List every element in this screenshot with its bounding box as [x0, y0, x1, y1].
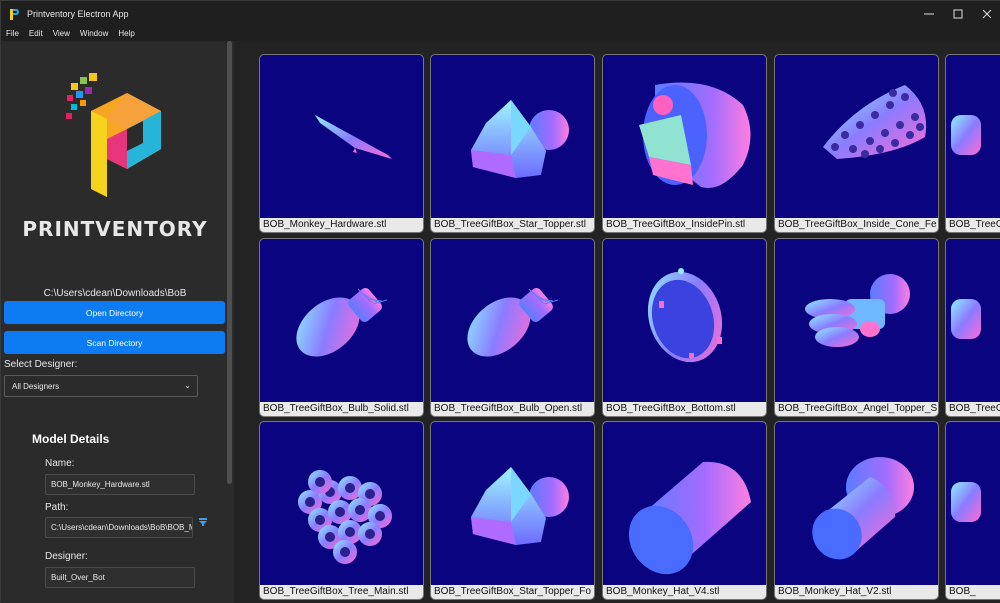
model-preview — [951, 482, 981, 522]
close-button[interactable] — [972, 1, 1000, 26]
model-preview — [951, 115, 981, 155]
model-preview — [951, 299, 981, 339]
minimize-button[interactable] — [914, 1, 943, 26]
model-card[interactable]: BOB_TreeG — [945, 238, 1000, 417]
printventory-logo — [66, 73, 161, 197]
model-card[interactable]: BOB_TreeGiftBox_Bulb_Solid.stl — [259, 238, 424, 417]
window-title: Printventory Electron App — [27, 8, 129, 19]
designer-select-value: All Designers — [12, 381, 60, 391]
model-preview — [647, 268, 723, 363]
model-preview — [628, 461, 751, 575]
model-card[interactable]: BOB_TreeGiftBox_Tree_Main.stl — [259, 421, 424, 600]
menu-help[interactable]: Help — [118, 29, 134, 38]
model-filename: BOB_Monkey_Hat_V4.stl — [603, 585, 766, 599]
model-preview — [823, 85, 927, 159]
model-card[interactable]: BOB_TreeGiftBox_Inside_Cone_Fe — [774, 54, 939, 233]
model-filename: BOB_TreeGi — [946, 218, 1000, 232]
model-card[interactable]: BOB_Monkey_Hardware.stl — [259, 54, 424, 233]
designer-label: Designer: — [45, 551, 88, 562]
model-preview — [467, 287, 559, 357]
model-card[interactable]: BOB_TreeGiftBox_Angel_Topper_S — [774, 238, 939, 417]
model-filename: BOB_TreeGiftBox_InsidePin.stl — [603, 218, 766, 232]
model-filename: BOB_Monkey_Hardware.stl — [260, 218, 423, 232]
model-card[interactable]: BOB_TreeGiftBox_Bottom.stl — [602, 238, 767, 417]
model-card[interactable]: BOB_TreeGiftBox_InsidePin.stl — [602, 54, 767, 233]
model-preview — [805, 274, 910, 347]
model-filename: BOB_TreeGiftBox_Bulb_Solid.stl — [260, 402, 423, 416]
model-filename: BOB_TreeG — [946, 402, 1000, 416]
open-directory-button[interactable]: Open Directory — [4, 301, 225, 324]
model-preview — [296, 287, 388, 357]
model-card[interactable]: BOB_Monkey_Hat_V4.stl — [602, 421, 767, 600]
menu-file[interactable]: File — [6, 29, 19, 38]
title-bar: Printventory Electron App — [1, 1, 1000, 26]
select-designer-label: Select Designer: — [4, 359, 78, 370]
path-label: Path: — [45, 502, 69, 513]
model-card[interactable]: BOB_TreeGiftBox_Bulb_Open.stl — [430, 238, 595, 417]
model-filename: BOB_TreeGiftBox_Tree_Main.stl — [260, 585, 423, 599]
model-card[interactable]: BOB_ — [945, 421, 1000, 600]
model-gallery: BOB_Monkey_Hardware.stl BOB_TreeGiftBox_… — [234, 41, 1000, 603]
model-filename: BOB_Monkey_Hat_V2.stl — [775, 585, 938, 599]
model-filename: BOB_TreeGiftBox_Bottom.stl — [603, 402, 766, 416]
model-preview — [471, 100, 569, 178]
model-filename: BOB_TreeGiftBox_Bulb_Open.stl — [431, 402, 594, 416]
model-preview — [471, 467, 569, 545]
model-card[interactable]: BOB_TreeGiftBox_Star_Topper.stl — [430, 54, 595, 233]
model-filename: BOB_TreeGiftBox_Star_Topper.stl — [431, 218, 594, 232]
model-preview — [639, 82, 751, 189]
model-preview — [315, 115, 392, 159]
menu-edit[interactable]: Edit — [29, 29, 43, 38]
model-details-title: Model Details — [32, 432, 110, 446]
model-preview — [298, 470, 392, 564]
model-card[interactable]: BOB_TreeGi — [945, 54, 1000, 233]
model-filename: BOB_TreeGiftBox_Star_Topper_Fo — [431, 585, 594, 599]
name-label: Name: — [45, 458, 75, 469]
maximize-button[interactable] — [943, 1, 972, 26]
model-card[interactable]: BOB_Monkey_Hat_V2.stl — [774, 421, 939, 600]
app-window: Printventory Electron App File Edit View… — [0, 0, 1000, 603]
menu-bar: File Edit View Window Help — [1, 26, 1000, 41]
designer-field[interactable]: Built_Over_Bot — [45, 567, 195, 588]
minimize-icon — [923, 13, 934, 14]
model-preview — [812, 457, 914, 560]
path-field[interactable]: C:\Users\cdean\Downloads\BoB\BOB_Monkey_… — [45, 517, 193, 538]
folder-open-icon[interactable] — [199, 518, 207, 526]
chevron-down-icon: ⌄ — [184, 381, 191, 390]
scan-directory-button[interactable]: Scan Directory — [4, 331, 225, 354]
menu-view[interactable]: View — [53, 29, 70, 38]
menu-window[interactable]: Window — [80, 29, 108, 38]
model-card[interactable]: BOB_TreeGiftBox_Star_Topper_Fo — [430, 421, 595, 600]
maximize-icon — [953, 9, 962, 18]
name-field[interactable]: BOB_Monkey_Hardware.stl — [45, 474, 195, 495]
brand-name: PRINTVENTORY — [22, 217, 208, 241]
model-filename: BOB_TreeGiftBox_Inside_Cone_Fe — [775, 218, 938, 232]
model-filename: BOB_ — [946, 585, 1000, 599]
directory-path: C:\Users\cdean\Downloads\BoB — [43, 288, 187, 299]
designer-select[interactable]: All Designers ⌄ — [4, 375, 198, 397]
sidebar-scrollbar[interactable] — [227, 41, 232, 484]
app-logo-icon — [10, 7, 20, 21]
close-icon — [982, 9, 991, 18]
model-filename: BOB_TreeGiftBox_Angel_Topper_S — [775, 402, 938, 416]
sidebar: PRINTVENTORY C:\Users\cdean\Downloads\Bo… — [1, 41, 234, 603]
